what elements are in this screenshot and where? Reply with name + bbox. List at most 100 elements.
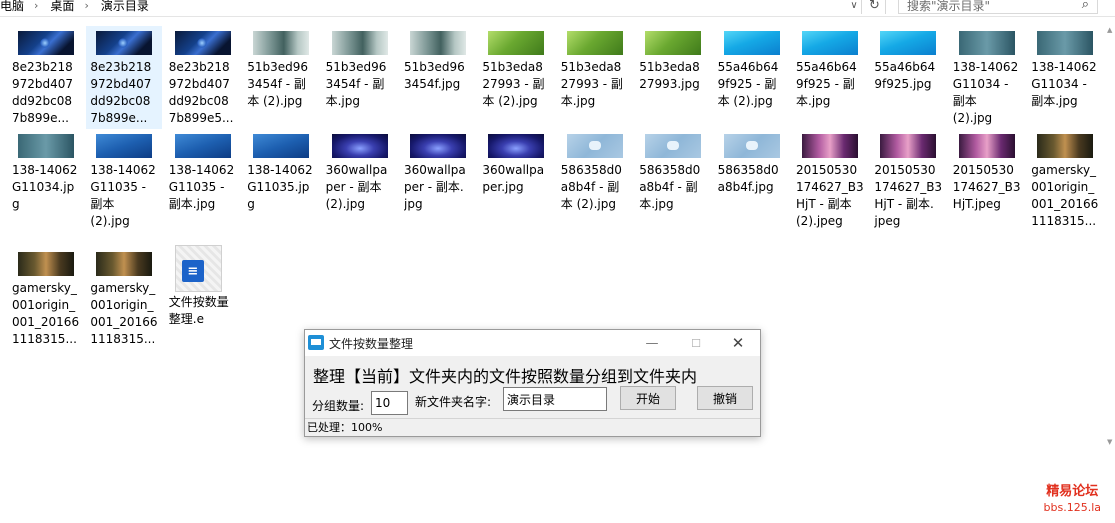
file-item[interactable]: 51b3ed96 3454f.jpg — [400, 26, 476, 129]
file-item[interactable]: 51b3ed96 3454f - 副 本.jpg — [322, 26, 398, 129]
file-name-label: 51b3ed96 3454f.jpg — [404, 60, 465, 91]
file-name-label: 360wallpa per - 副本 (2).jpg — [325, 163, 388, 211]
file-item[interactable]: 360wallpa per.jpg — [478, 129, 554, 232]
image-thumbnail — [174, 134, 231, 158]
search-input[interactable]: 搜索"演示目录" ⌕ — [898, 0, 1098, 14]
undo-button[interactable]: 撤销 — [697, 386, 753, 410]
file-item[interactable]: 20150530 174627_B3 HjT.jpeg — [949, 129, 1025, 232]
file-item[interactable]: 20150530 174627_B3 HjT - 副本. jpeg — [870, 129, 946, 232]
file-item[interactable]: 51b3ed96 3454f - 副 本 (2).jpg — [243, 26, 319, 129]
file-item[interactable]: gamersky_ 001origin_ 001_20166 1118315..… — [86, 247, 162, 350]
file-name-label: 138-14062 G11034 - 副本 (2).jpg — [952, 60, 1019, 125]
file-item[interactable]: 138-14062 G11035 - 副本.jpg — [165, 129, 241, 232]
group-count-input[interactable]: 10 — [371, 391, 408, 415]
file-item[interactable]: gamersky_ 001origin_ 001_20166 1118315..… — [1027, 129, 1103, 232]
file-item[interactable]: 138-14062 G11034.jp g — [8, 129, 84, 232]
address-bar: 电脑 › 桌面 › 演示目录 ∨ ↻ 搜索"演示目录" ⌕ — [0, 0, 1115, 17]
file-item[interactable]: 360wallpa per - 副本 (2).jpg — [322, 129, 398, 232]
folder-name-input[interactable]: 演示目录 — [503, 387, 607, 411]
file-item[interactable]: 8e23b218 972bd407 dd92bc08 7b899e5... — [165, 26, 241, 129]
file-item[interactable]: 138-14062 G11034 - 副本 (2).jpg — [949, 26, 1025, 129]
program-logo-icon: ≡ — [181, 260, 204, 282]
file-item[interactable]: 20150530 174627_B3 HjT - 副本 (2).jpeg — [792, 129, 868, 232]
file-name-label: gamersky_ 001origin_ 001_20166 1118315..… — [90, 281, 158, 346]
image-thumbnail — [18, 252, 74, 276]
file-name-label: 586358d0 a8b4f - 副 本.jpg — [639, 163, 701, 211]
vertical-scrollbar[interactable] — [1107, 17, 1115, 523]
image-thumbnail — [96, 134, 153, 158]
dialog-titlebar[interactable]: 文件按数量整理 — ☐ ✕ — [305, 330, 760, 356]
file-name-label: 138-14062 G11035.jp g — [247, 163, 313, 211]
chevron-down-icon[interactable]: ∨ — [846, 0, 862, 14]
dialog-headline: 整理【当前】文件夹内的文件按照数量分组到文件夹内 — [313, 367, 698, 386]
image-thumbnail — [566, 31, 623, 55]
image-thumbnail — [880, 134, 937, 158]
file-item[interactable]: ≡ 文件按数量 整理.e — [165, 245, 241, 350]
file-name-label: 138-14062 G11035 - 副本.jpg — [168, 163, 235, 211]
image-thumbnail — [174, 31, 231, 55]
image-thumbnail — [1037, 134, 1094, 158]
image-thumbnail — [18, 31, 74, 55]
file-item[interactable]: 51b3eda8 27993 - 副 本.jpg — [557, 26, 633, 129]
breadcrumb-separator-icon: › — [34, 0, 39, 12]
file-name-label: 51b3eda8 27993 - 副 本.jpg — [560, 60, 623, 108]
image-thumbnail — [645, 134, 702, 158]
app-folder-icon — [308, 335, 324, 350]
executable-file-icon: ≡ — [174, 245, 222, 292]
minimize-button[interactable]: — — [639, 333, 665, 353]
file-item[interactable]: 55a46b64 9f925.jpg — [870, 26, 946, 129]
breadcrumb-item-desktop[interactable]: 桌面 — [50, 0, 74, 14]
start-button[interactable]: 开始 — [620, 386, 676, 410]
file-item[interactable]: gamersky_ 001origin_ 001_20166 1118315..… — [8, 247, 84, 350]
file-name-label: 55a46b64 9f925 - 副 本.jpg — [796, 60, 857, 108]
file-item[interactable]: 51b3eda8 27993.jpg — [635, 26, 711, 129]
file-name-label: 8e23b218 972bd407 dd92bc08 7b899e... — [12, 60, 74, 125]
refresh-icon[interactable]: ↻ — [864, 0, 886, 14]
image-thumbnail — [958, 31, 1015, 55]
file-item[interactable]: 138-14062 G11035.jp g — [243, 129, 319, 232]
image-thumbnail — [18, 134, 74, 158]
image-thumbnail — [331, 134, 388, 158]
file-item[interactable]: 138-14062 G11035 - 副本 (2).jpg — [86, 129, 162, 232]
file-item[interactable]: 360wallpa per - 副本. jpg — [400, 129, 476, 232]
maximize-button[interactable]: ☐ — [683, 333, 709, 353]
breadcrumb-separator-icon: › — [84, 0, 89, 12]
file-name-label: 51b3eda8 27993.jpg — [639, 60, 700, 91]
scroll-up-arrow-icon[interactable]: ▲ — [1107, 26, 1115, 34]
forum-watermark: 精易论坛 bbs.125.la — [1044, 484, 1101, 516]
watermark-title: 精易论坛 — [1046, 484, 1099, 499]
breadcrumb-item-pc[interactable]: 电脑 — [0, 0, 24, 14]
file-item[interactable]: 138-14062 G11034 - 副本.jpg — [1027, 26, 1103, 129]
file-item[interactable]: 586358d0 a8b4f - 副 本 (2).jpg — [557, 129, 633, 232]
file-name-label: 51b3ed96 3454f - 副 本 (2).jpg — [247, 60, 308, 108]
close-button[interactable]: ✕ — [725, 333, 751, 353]
image-thumbnail — [96, 31, 153, 55]
group-count-label: 分组数量: — [312, 399, 365, 413]
image-thumbnail — [488, 31, 545, 55]
watermark-url: bbs.125.la — [1043, 501, 1101, 514]
breadcrumb[interactable]: 电脑 › 桌面 › 演示目录 — [0, 0, 862, 14]
file-name-label: 360wallpa per - 副本. jpg — [404, 163, 466, 211]
breadcrumb-item-folder[interactable]: 演示目录 — [101, 0, 149, 14]
file-name-label: gamersky_ 001origin_ 001_20166 1118315..… — [12, 281, 80, 346]
dialog-title: 文件按数量整理 — [329, 337, 414, 351]
file-name-label: 138-14062 G11035 - 副本 (2).jpg — [90, 163, 156, 228]
search-icon[interactable]: ⌕ — [1082, 0, 1089, 12]
file-item[interactable]: 55a46b64 9f925 - 副 本.jpg — [792, 26, 868, 129]
file-item[interactable]: 55a46b64 9f925 - 副 本 (2).jpg — [714, 26, 790, 129]
file-item[interactable]: 8e23b218 972bd407 dd92bc08 7b899e... — [86, 26, 163, 129]
file-item[interactable]: 8e23b218 972bd407 dd92bc08 7b899e... — [8, 26, 84, 129]
image-thumbnail — [802, 31, 858, 55]
image-thumbnail — [645, 31, 702, 55]
file-item[interactable]: 586358d0 a8b4f - 副 本.jpg — [635, 129, 711, 232]
file-name-label: 文件按数量 整理.e — [168, 295, 229, 326]
file-name-label: 138-14062 G11034.jp g — [12, 163, 78, 211]
organize-dialog: 文件按数量整理 — ☐ ✕ 整理【当前】文件夹内的文件按照数量分组到文件夹内 分… — [304, 329, 761, 437]
file-item[interactable]: 586358d0 a8b4f.jpg — [714, 129, 790, 232]
file-name-label: 586358d0 a8b4f - 副 本 (2).jpg — [560, 163, 622, 211]
scroll-down-arrow-icon[interactable]: ▼ — [1107, 438, 1115, 446]
file-name-label: 20150530 174627_B3 HjT - 副本. jpeg — [874, 163, 943, 228]
file-item[interactable]: 51b3eda8 27993 - 副 本 (2).jpg — [478, 26, 554, 129]
file-name-label: 8e23b218 972bd407 dd92bc08 7b899e... — [90, 60, 152, 125]
image-thumbnail — [723, 31, 780, 55]
